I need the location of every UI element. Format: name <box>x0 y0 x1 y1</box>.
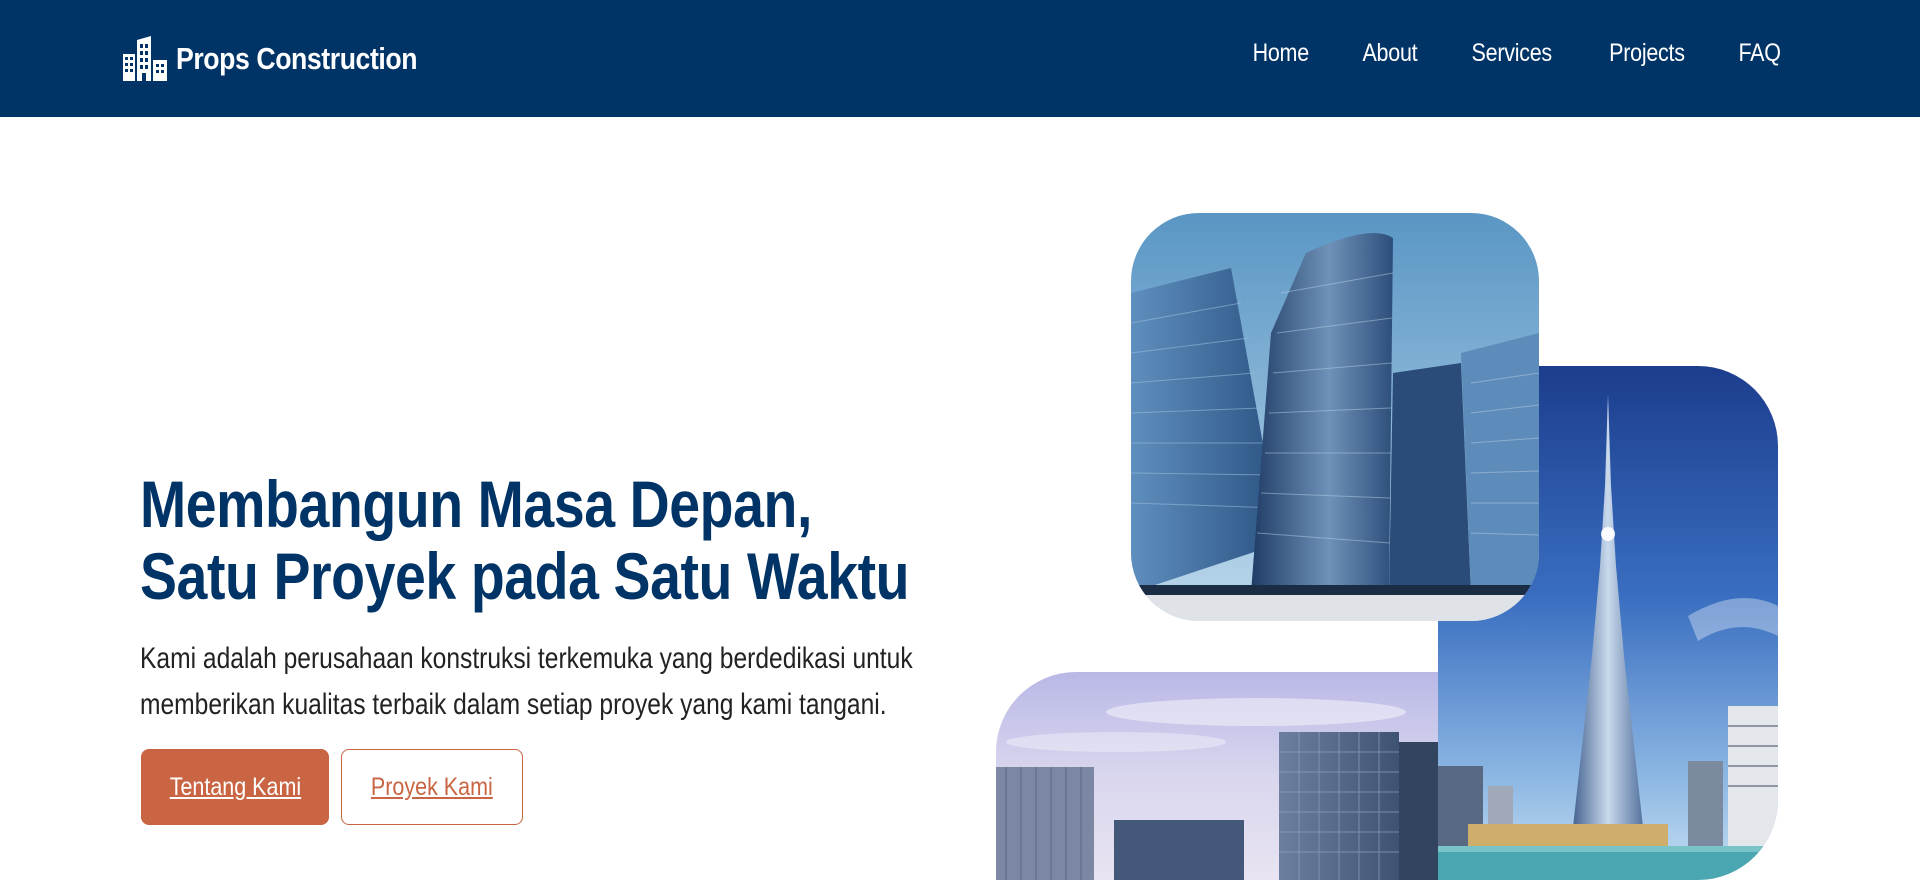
nav-home[interactable]: Home <box>1253 39 1310 68</box>
brand-logo-link[interactable]: Props Construction <box>122 35 456 82</box>
hero-description-line-1: Kami adalah perusahaan konstruksi terkem… <box>140 642 913 675</box>
nav-services[interactable]: Services <box>1472 39 1553 68</box>
about-us-button-label: Tentang Kami <box>169 772 301 801</box>
hero-description: Kami adalah perusahaan konstruksi terkem… <box>140 636 913 728</box>
hero-title: Membangun Masa Depan, Satu Proyek pada S… <box>140 467 910 613</box>
buildings-icon <box>123 35 167 81</box>
about-us-button[interactable]: Tentang Kami <box>141 749 329 825</box>
our-projects-button[interactable]: Proyek Kami <box>341 749 523 825</box>
nav-projects[interactable]: Projects <box>1609 39 1685 68</box>
navbar: Props Construction Home About Services P… <box>0 0 1920 117</box>
nav-menu: Home About Services Projects FAQ <box>1248 39 1784 68</box>
our-projects-button-label: Proyek Kami <box>371 772 493 801</box>
hero-title-line-1: Membangun Masa Depan, <box>140 467 812 541</box>
brand-name: Props Construction <box>176 40 418 76</box>
glass-tower-image <box>1131 213 1539 621</box>
nav-faq[interactable]: FAQ <box>1738 39 1781 68</box>
hero-title-line-2: Satu Proyek pada Satu Waktu <box>140 539 910 613</box>
hero-description-line-2: memberikan kualitas terbaik dalam setiap… <box>140 688 887 721</box>
city-skyline-image <box>996 672 1442 880</box>
nav-about[interactable]: About <box>1362 39 1417 68</box>
